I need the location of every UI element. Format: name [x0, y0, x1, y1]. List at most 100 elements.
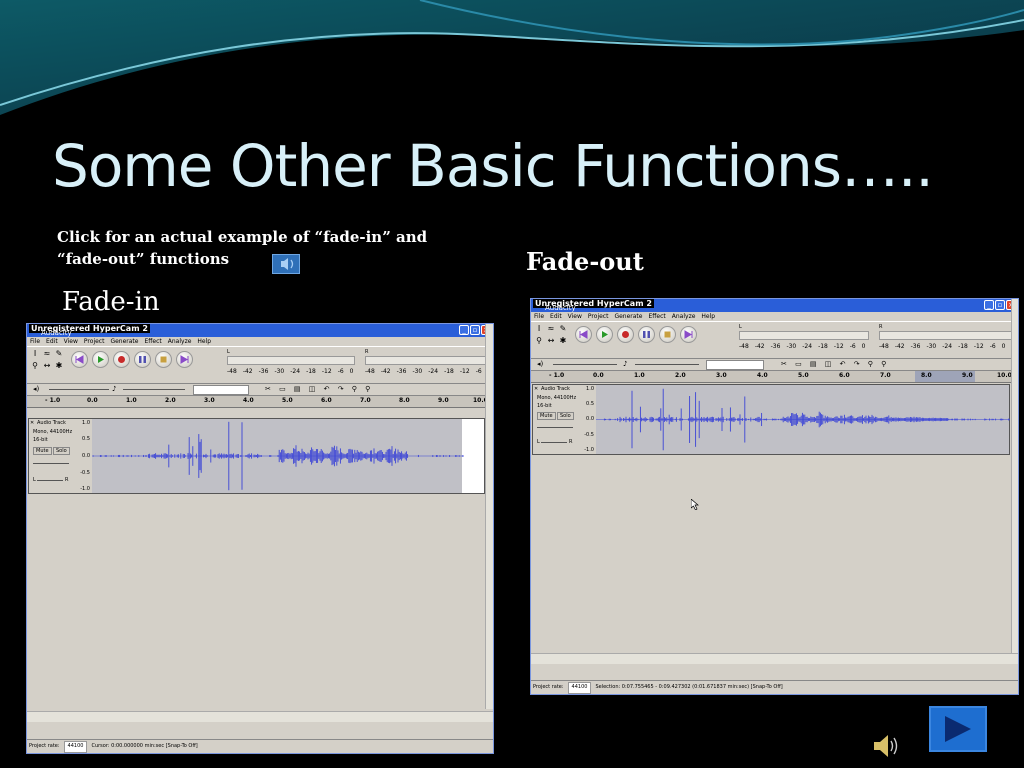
multi-tool-icon[interactable]: ✱: [54, 361, 64, 371]
record-meter[interactable]: R -48 -42 -36 -30 -24 -18 -12 -6 0: [879, 324, 1015, 350]
mute-button[interactable]: Mute: [537, 412, 556, 420]
menu-analyze[interactable]: Analyze: [672, 312, 696, 321]
scale-tick: -0.5: [584, 432, 594, 438]
selection-tool-icon[interactable]: I: [30, 349, 40, 359]
menu-generate[interactable]: Generate: [614, 312, 642, 321]
record-meter[interactable]: R -48 -42 -36 -30 -24 -18 -12 -6 0: [365, 349, 492, 375]
record-button[interactable]: [617, 326, 634, 343]
menu-help[interactable]: Help: [701, 312, 715, 321]
maximize-button[interactable]: ▫: [470, 325, 480, 335]
minimize-button[interactable]: _: [459, 325, 469, 335]
envelope-tool-icon[interactable]: ≈: [42, 349, 52, 359]
speaker-icon[interactable]: [870, 730, 902, 762]
meter-tick: -42: [242, 368, 253, 375]
waveform-area[interactable]: [596, 385, 1010, 454]
audio-track[interactable]: ✕ Audio Track Mono, 44100Hz 16-bit Mute …: [532, 384, 1010, 455]
track-name-dropdown[interactable]: Audio Track: [37, 420, 66, 426]
envelope-tool-icon[interactable]: ≈: [546, 324, 556, 334]
skip-end-button[interactable]: [680, 326, 697, 343]
menu-project[interactable]: Project: [84, 337, 105, 346]
menu-file[interactable]: File: [534, 312, 544, 321]
zoom-tool-icon[interactable]: ⚲: [534, 336, 544, 346]
meter-tick: -36: [910, 343, 921, 350]
menu-view[interactable]: View: [64, 337, 78, 346]
track-name-dropdown[interactable]: Audio Track: [541, 386, 570, 392]
edit-tools-icons[interactable]: ✂ ▭ ▤ ◫ ↶ ↷ ⚲ ⚲: [781, 360, 889, 368]
skip-start-button[interactable]: [71, 351, 88, 368]
solo-button[interactable]: Solo: [53, 447, 70, 455]
meter-tick: -24: [802, 343, 813, 350]
mouse-cursor-icon: [691, 499, 699, 510]
skip-start-button[interactable]: [575, 326, 592, 343]
project-rate-label: Project rate:: [533, 684, 564, 690]
menu-edit[interactable]: Edit: [550, 312, 562, 321]
stop-button[interactable]: [155, 351, 172, 368]
menu-view[interactable]: View: [568, 312, 582, 321]
horizontal-scrollbar[interactable]: [27, 711, 493, 722]
pan-slider[interactable]: [541, 442, 567, 443]
menu-edit[interactable]: Edit: [46, 337, 58, 346]
ruler-tick: 1.0: [126, 397, 137, 404]
play-button[interactable]: [92, 351, 109, 368]
selection-tool-icon[interactable]: I: [534, 324, 544, 334]
meter-bar: [739, 331, 869, 340]
mute-button[interactable]: Mute: [33, 447, 52, 455]
menu-generate[interactable]: Generate: [110, 337, 138, 346]
meter-tick: -42: [754, 343, 765, 350]
stop-button[interactable]: [659, 326, 676, 343]
meter-scale: -48 -42 -36 -30 -24 -18 -12 -6 0: [739, 343, 869, 350]
menu-effect[interactable]: Effect: [648, 312, 665, 321]
pause-button[interactable]: [134, 351, 151, 368]
draw-tool-icon[interactable]: ✎: [558, 324, 568, 334]
minimize-button[interactable]: _: [984, 300, 994, 310]
ruler-tick: 8.0: [399, 397, 410, 404]
input-slider[interactable]: [635, 364, 699, 365]
project-rate-field[interactable]: 44100: [567, 682, 592, 694]
waveform-area[interactable]: [92, 419, 464, 493]
pause-button[interactable]: [638, 326, 655, 343]
gain-slider[interactable]: [537, 427, 573, 428]
vertical-scrollbar[interactable]: [1011, 299, 1018, 659]
meter-scale: -48 -42 -36 -30 -24 -18 -12 -6 0: [227, 368, 355, 375]
gain-slider[interactable]: [33, 463, 69, 464]
mixer-toolbar: ◂) ♪ ✂ ▭ ▤ ◫ ↶ ↷ ⚲ ⚲: [27, 384, 493, 396]
zoom-tool-icon[interactable]: ⚲: [30, 361, 40, 371]
horizontal-scrollbar[interactable]: [531, 653, 1018, 664]
track-close-icon[interactable]: ✕: [534, 386, 538, 392]
playback-meter[interactable]: L -48 -42 -36 -30 -24 -18 -12 -6 0: [739, 324, 869, 350]
volume-slider[interactable]: [49, 389, 109, 390]
edit-tools-icons[interactable]: ✂ ▭ ▤ ◫ ↶ ↷ ⚲ ⚲: [265, 385, 373, 393]
draw-tool-icon[interactable]: ✎: [54, 349, 64, 359]
maximize-button[interactable]: ▫: [995, 300, 1005, 310]
speaker-volume-icon: ◂): [33, 385, 40, 393]
timeshift-tool-icon[interactable]: ↔: [42, 361, 52, 371]
timeline-ruler[interactable]: - 1.0 0.0 1.0 2.0 3.0 4.0 5.0 6.0 7.0 8.…: [27, 396, 493, 408]
input-source-select[interactable]: [193, 385, 249, 395]
menu-effect[interactable]: Effect: [144, 337, 161, 346]
audio-track[interactable]: ✕ Audio Track Mono, 44100Hz 16-bit Mute …: [28, 418, 485, 494]
skip-end-button[interactable]: [176, 351, 193, 368]
menu-file[interactable]: File: [30, 337, 40, 346]
multi-tool-icon[interactable]: ✱: [558, 336, 568, 346]
window-titlebar[interactable]: Unregistered HyperCam 2 Audacity _ ▫ ×: [531, 299, 1018, 312]
play-button[interactable]: [596, 326, 613, 343]
timeline-ruler[interactable]: - 1.0 0.0 1.0 2.0 3.0 4.0 5.0 6.0 7.0 8.…: [531, 371, 1018, 383]
volume-slider[interactable]: [553, 364, 617, 365]
timeshift-tool-icon[interactable]: ↔: [546, 336, 556, 346]
pan-slider[interactable]: [37, 480, 63, 481]
record-button[interactable]: [113, 351, 130, 368]
sound-clip-icon[interactable]: [272, 254, 300, 274]
menu-project[interactable]: Project: [588, 312, 609, 321]
track-close-icon[interactable]: ✕: [30, 420, 34, 426]
menu-help[interactable]: Help: [197, 337, 211, 346]
solo-button[interactable]: Solo: [557, 412, 574, 420]
input-slider[interactable]: [123, 389, 185, 390]
next-slide-button[interactable]: [929, 706, 987, 752]
cursor-status: Cursor: 0:00.000000 min:sec [Snap-To Off…: [91, 743, 198, 749]
playback-meter[interactable]: L -48 -42 -36 -30 -24 -18 -12 -6 0: [227, 349, 355, 375]
menu-analyze[interactable]: Analyze: [168, 337, 192, 346]
window-titlebar[interactable]: Unregistered HyperCam 2 Audacity _ ▫ ×: [27, 324, 493, 337]
vertical-scrollbar[interactable]: [485, 324, 493, 709]
project-rate-field[interactable]: 44100: [63, 741, 88, 753]
input-source-select[interactable]: [706, 360, 764, 370]
